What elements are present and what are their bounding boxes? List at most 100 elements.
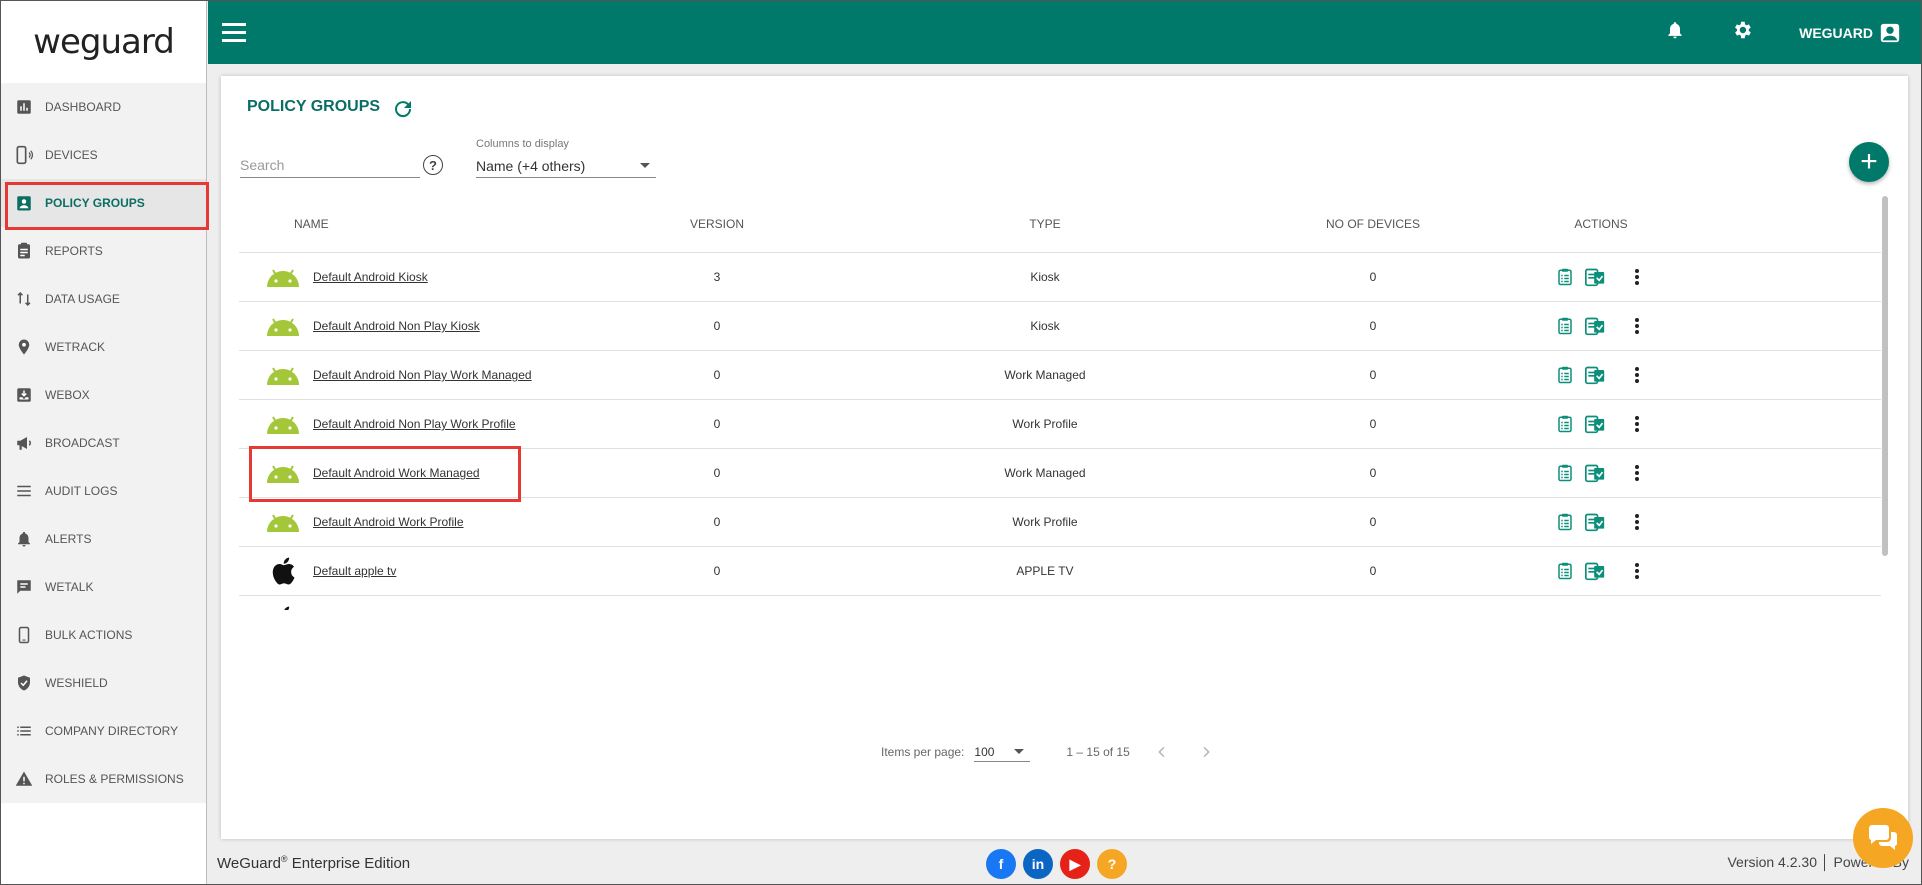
sidebar-item-dashboard[interactable]: DASHBOARD [1,83,206,131]
more-options-icon[interactable] [1625,559,1649,583]
sidebar-item-broadcast[interactable]: BROADCAST [1,419,206,467]
bell-icon[interactable] [1665,19,1685,46]
cell-version: 0 [713,564,721,578]
assign-policy-icon[interactable] [1583,608,1607,610]
search-help-icon[interactable]: ? [423,155,443,175]
table-row: Default Android Work Profile 0 Work Profil… [239,498,1881,547]
cell-name: Default Android Work Managed [239,446,669,502]
sidebar-nav: DASHBOARD DEVICES POLICY GROUPS REPORTS DATA… [1,83,209,803]
sidebar-item-alerts[interactable]: ALERTS [1,515,206,563]
policy-group-name-link[interactable]: Default Android Non Play Work Managed [313,368,532,382]
policy-group-name-link[interactable]: Default Android Non Play Work Profile [313,417,516,431]
sidebar-item-webox[interactable]: WEBOX [1,371,206,419]
column-header-devices[interactable]: NO OF DEVICES [1325,217,1421,231]
help-icon[interactable]: ? [1097,849,1127,879]
next-page-icon[interactable] [1194,740,1218,764]
more-options-icon[interactable] [1625,363,1649,387]
sidebar-item-data-usage[interactable]: DATA USAGE [1,275,206,323]
column-header-version[interactable]: VERSION [669,217,765,231]
previous-page-icon[interactable] [1150,740,1174,764]
more-options-icon[interactable] [1625,510,1649,534]
columns-to-display-select[interactable]: Name (+4 others) [476,154,656,178]
sidebar-item-audit-logs[interactable]: AUDIT LOGS [1,467,206,515]
policy-group-name-link[interactable]: Default Android Non Play Kiosk [313,319,480,333]
assign-policy-icon[interactable] [1583,559,1607,583]
sidebar-item-bulk-actions[interactable]: BULK ACTIONS [1,611,206,659]
view-policy-icon[interactable] [1553,363,1577,387]
add-policy-group-button[interactable]: + [1849,142,1889,182]
sidebar-item-label: DATA USAGE [45,292,120,306]
cell-name: Default Android Work Profile [239,507,669,537]
settings-gear-icon[interactable] [1731,19,1753,46]
more-options-icon[interactable] [1625,461,1649,485]
more-options-icon[interactable] [1625,314,1649,338]
sidebar-item-roles-and-permissions[interactable]: ROLES & PERMISSIONS [1,755,206,803]
linkedin-icon[interactable]: in [1023,849,1053,879]
policy-group-name-link[interactable]: Default Android Work Managed [313,466,480,480]
items-per-page-select[interactable]: 100 [974,742,1031,762]
chat-widget-button[interactable] [1853,808,1913,868]
more-options-icon[interactable] [1625,265,1649,289]
column-header-type[interactable]: TYPE [765,217,1325,231]
view-policy-icon[interactable] [1553,510,1577,534]
sidebar-item-devices[interactable]: DEVICES [1,131,206,179]
assign-policy-icon[interactable] [1583,265,1607,289]
view-policy-icon[interactable] [1553,412,1577,436]
column-header-actions: ACTIONS [1574,217,1628,231]
cell-version: 0 [713,466,721,480]
refresh-icon[interactable] [391,97,415,121]
cell-actions [1421,461,1781,485]
sidebar-item-weshield[interactable]: WESHIELD [1,659,206,707]
sidebar-item-wetrack[interactable]: WETRACK [1,323,206,371]
items-per-page-value: 100 [974,744,995,759]
chat-icon [13,576,35,598]
youtube-icon[interactable]: ▶ [1060,849,1090,879]
sidebar-item-company-directory[interactable]: COMPANY DIRECTORY [1,707,206,755]
facebook-icon[interactable]: f [986,849,1016,879]
sidebar: weguard DASHBOARD DEVICES POLICY GROUPS REP… [1,1,209,884]
user-name: WEGUARD [1799,24,1873,41]
more-options-icon[interactable] [1625,412,1649,436]
page-title: POLICY GROUPS [247,98,381,115]
view-policy-icon[interactable] [1553,608,1577,610]
table-scrollbar[interactable] [1881,196,1889,610]
user-menu[interactable]: WEGUARD [1799,22,1901,44]
policy-group-name-link[interactable]: Default Android Work Profile [313,515,464,529]
columns-select-value: Name (+4 others) [476,157,586,174]
table-body: Default Android Kiosk 3 Kiosk 0 Default Andr… [239,253,1881,610]
policy-group-name-link[interactable]: Default apple tv [313,564,396,578]
cell-type: Work Managed [1004,466,1086,480]
assign-policy-icon[interactable] [1583,510,1607,534]
logo[interactable]: weguard [1,1,206,83]
assign-policy-icon[interactable] [1583,363,1607,387]
sidebar-item-policy-groups[interactable]: POLICY GROUPS [1,179,209,230]
sidebar-item-reports[interactable]: REPORTS [1,227,206,275]
table-header: NAME VERSION TYPE NO OF DEVICES ACTIONS [239,196,1881,253]
policy-groups-card: POLICY GROUPS ? Columns to display Name … [221,76,1908,839]
view-policy-icon[interactable] [1553,265,1577,289]
view-policy-icon[interactable] [1553,559,1577,583]
cell-version: 3 [713,270,721,284]
view-policy-icon[interactable] [1553,461,1577,485]
cell-devices: 0 [1369,368,1377,382]
column-header-name[interactable]: NAME [239,217,669,231]
more-options-icon[interactable] [1625,608,1649,610]
policy-group-name-link[interactable]: Default Android Kiosk [313,270,428,284]
list-lines-icon [13,480,35,502]
chat-bubble-icon [1868,825,1898,850]
assign-policy-icon[interactable] [1583,412,1607,436]
search-input[interactable] [240,154,420,176]
cell-name: Default Android Non Play Kiosk [239,311,669,341]
cell-devices: 0 [1369,319,1377,333]
sidebar-item-label: DEVICES [45,148,98,162]
search-field[interactable] [240,154,420,178]
hamburger-menu-icon[interactable] [222,18,252,48]
policy-groups-table: NAME VERSION TYPE NO OF DEVICES ACTIONS … [239,196,1881,610]
cell-version: 0 [713,368,721,382]
bell-alert-icon [13,528,35,550]
assign-policy-icon[interactable] [1583,314,1607,338]
sidebar-item-wetalk[interactable]: WETALK [1,563,206,611]
assign-policy-icon[interactable] [1583,461,1607,485]
clipboard-icon [13,240,35,262]
view-policy-icon[interactable] [1553,314,1577,338]
